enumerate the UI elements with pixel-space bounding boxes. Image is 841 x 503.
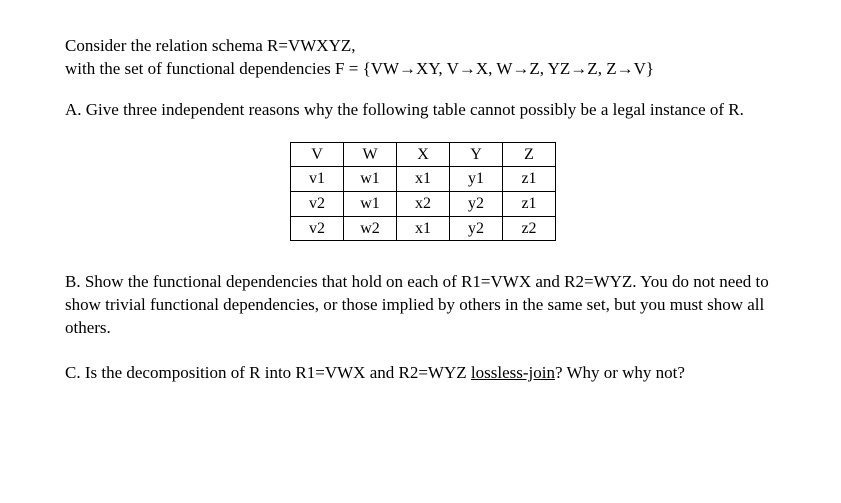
table-row: v2 w2 x1 y2 z2 xyxy=(291,216,556,241)
intro-line2: with the set of functional dependencies … xyxy=(65,59,654,78)
table-cell: x1 xyxy=(397,167,450,192)
table-cell: y2 xyxy=(450,216,503,241)
data-table: V W X Y Z v1 w1 x1 y1 z1 v2 w1 x2 y2 z1 … xyxy=(290,142,556,241)
intro-line1: Consider the relation schema R=VWXYZ, xyxy=(65,36,356,55)
table-cell: z1 xyxy=(503,192,556,217)
table-cell: z1 xyxy=(503,167,556,192)
table-cell: z2 xyxy=(503,216,556,241)
table-header-row: V W X Y Z xyxy=(291,142,556,167)
table-row: v1 w1 x1 y1 z1 xyxy=(291,167,556,192)
table-cell: w1 xyxy=(344,167,397,192)
table-cell: y1 xyxy=(450,167,503,192)
table-cell: y2 xyxy=(450,192,503,217)
part-c-underlined: lossless-join xyxy=(471,363,555,382)
table-cell: x2 xyxy=(397,192,450,217)
table-header-cell: V xyxy=(291,142,344,167)
part-c-suffix: ? Why or why not? xyxy=(555,363,685,382)
intro-paragraph: Consider the relation schema R=VWXYZ, wi… xyxy=(65,35,781,81)
table-cell: v2 xyxy=(291,216,344,241)
table-header-cell: Y xyxy=(450,142,503,167)
table-row: v2 w1 x2 y2 z1 xyxy=(291,192,556,217)
table-header-cell: X xyxy=(397,142,450,167)
part-a-text: A. Give three independent reasons why th… xyxy=(65,100,744,119)
table-header-cell: Z xyxy=(503,142,556,167)
part-c-prefix: C. Is the decomposition of R into R1=VWX… xyxy=(65,363,471,382)
table-cell: v1 xyxy=(291,167,344,192)
part-b-text: B. Show the functional dependencies that… xyxy=(65,272,769,337)
table-cell: w1 xyxy=(344,192,397,217)
table-cell: w2 xyxy=(344,216,397,241)
part-a: A. Give three independent reasons why th… xyxy=(65,99,781,122)
table-cell: v2 xyxy=(291,192,344,217)
part-c: C. Is the decomposition of R into R1=VWX… xyxy=(65,362,781,385)
table-header-cell: W xyxy=(344,142,397,167)
table-cell: x1 xyxy=(397,216,450,241)
part-b: B. Show the functional dependencies that… xyxy=(65,271,781,340)
